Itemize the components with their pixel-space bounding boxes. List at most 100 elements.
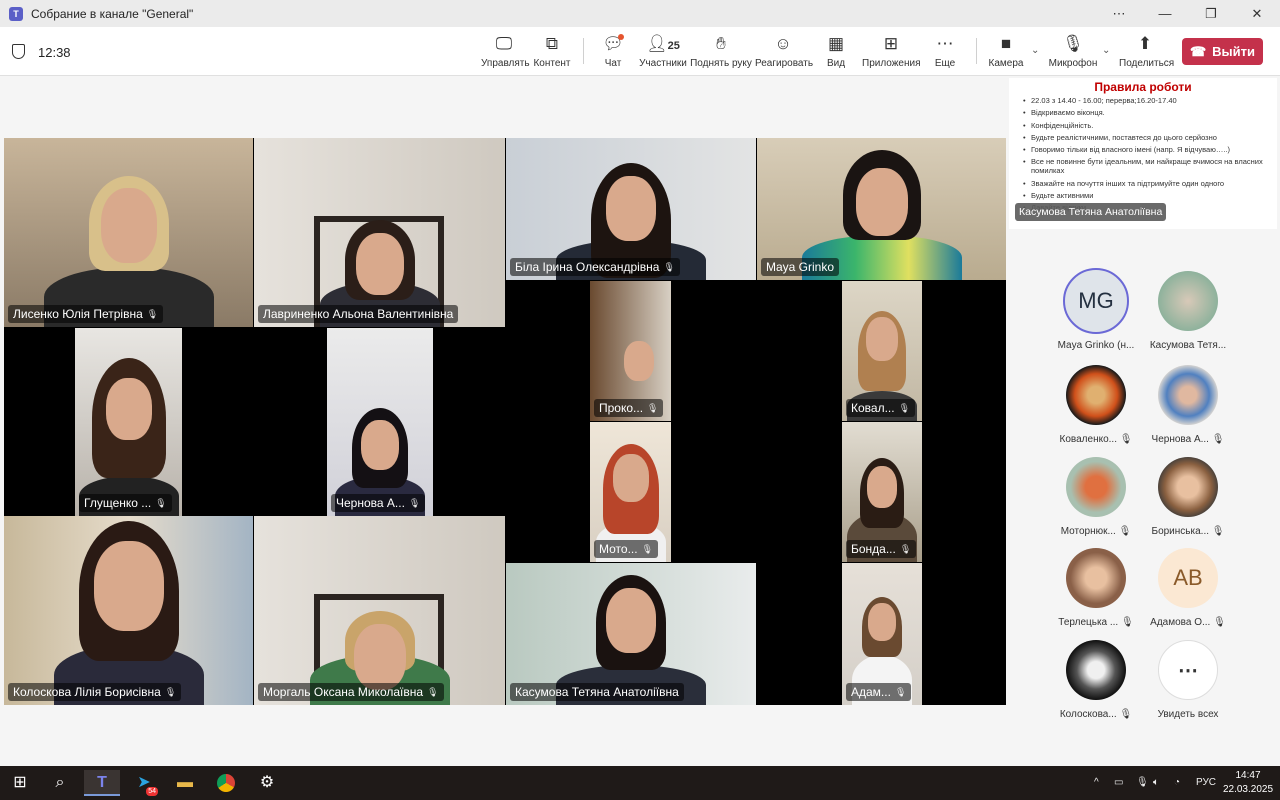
video-tile[interactable]: Чернова А... 🎙︎: [327, 328, 433, 516]
roster-item[interactable]: Боринська... 🎙︎: [1138, 457, 1238, 537]
windows-taskbar: ⊞ ⌕ T ➤ 54 ▬ ⚙ ^ ▭ 🎙︎ 🔈︎ ◔ РУС 14:47 22.03…: [0, 766, 1280, 800]
microphone-icon[interactable]: 🎙︎: [1136, 766, 1149, 800]
share-screen-icon: ⬆: [1137, 34, 1153, 53]
avatar: [1158, 365, 1218, 425]
mic-off-icon: 🎙︎: [1118, 526, 1132, 537]
chat-unread-dot: [618, 34, 624, 40]
system-clock[interactable]: 14:47 22.03.2025: [1222, 769, 1274, 797]
video-tile[interactable]: Біла Ірина Олександрівна 🎙︎: [506, 138, 756, 280]
see-all-button[interactable]: ⋯ Увидеть всех: [1138, 640, 1238, 720]
avatar: [1158, 271, 1218, 331]
mic-off-icon: 🎙︎: [1121, 617, 1134, 628]
avatar: [1066, 640, 1126, 700]
mic-icon: 🎙︎: [899, 543, 912, 554]
wifi-icon[interactable]: ◔: [1174, 766, 1180, 800]
slide-rules-list: 22.03 з 14.40 - 16.00; перерва;16.20-17.…: [1023, 96, 1277, 212]
mic-icon: 🎙︎: [663, 261, 675, 272]
show-hidden-icons-chevron-icon[interactable]: ^: [1094, 766, 1099, 800]
video-stage: Лисенко Юлія Петрівна 🎙︎ Лавриненко Альон…: [4, 138, 1006, 705]
search-icon[interactable]: ⌕: [42, 770, 78, 796]
share-button[interactable]: ⬆ Поделиться: [1119, 33, 1174, 69]
avatar: [1158, 457, 1218, 517]
phone-hangup-icon: ☎: [1189, 43, 1207, 59]
mic-icon: 🎙︎: [641, 543, 654, 554]
teams-taskbar-icon[interactable]: T: [84, 770, 120, 796]
minimize-button[interactable]: —: [1142, 0, 1188, 27]
divider: [976, 38, 977, 64]
smiley-icon: ☺: [774, 34, 792, 53]
video-tile[interactable]: Глущенко ... 🎙︎: [75, 328, 182, 516]
slide-title: Правила роботи: [1094, 80, 1192, 94]
video-tile[interactable]: Касумова Тетяна Анатоліївна: [506, 563, 756, 705]
apps-button[interactable]: ⊞ Приложения: [862, 33, 921, 69]
volume-icon[interactable]: 🔈︎: [1153, 766, 1159, 800]
mic-icon: 🎙︎: [898, 402, 911, 413]
mic-off-icon: 🎙︎: [1211, 526, 1225, 537]
avatar: [1066, 548, 1126, 608]
battery-icon[interactable]: ▭: [1114, 766, 1123, 800]
video-tile[interactable]: Бонда... 🎙︎: [842, 422, 922, 562]
camera-button[interactable]: ■ Камера: [988, 33, 1024, 69]
video-tile[interactable]: Лисенко Юлія Петрівна 🎙︎: [4, 138, 253, 327]
roster-item[interactable]: AB Адамова О... 🎙︎: [1138, 548, 1238, 628]
telegram-icon[interactable]: ➤ 54: [126, 770, 162, 796]
mic-icon: 🎙︎: [894, 686, 907, 697]
raise-hand-button[interactable]: ✋︎ Поднять руку: [690, 33, 752, 69]
mic-icon: 🎙︎: [155, 497, 167, 508]
view-button[interactable]: ▦ Вид: [822, 33, 850, 69]
language-indicator[interactable]: РУС: [1196, 766, 1216, 800]
share-content-icon: ⧉: [545, 34, 559, 53]
more-options-button[interactable]: ⋯: [1096, 0, 1142, 27]
video-tile[interactable]: Maya Grinko: [757, 138, 1006, 280]
window-title: Собрание в канале "General": [31, 6, 194, 21]
roster-item[interactable]: Коваленко... 🎙︎: [1046, 365, 1146, 445]
video-tile[interactable]: Лавриненко Альона Валентинівна: [254, 138, 505, 327]
mic-icon: 🎙︎: [164, 686, 177, 697]
video-tile[interactable]: Адам... 🎙︎: [842, 563, 922, 705]
roster-item[interactable]: MG Maya Grinko (н...: [1046, 268, 1146, 351]
mic-off-icon: 🎙︎: [1119, 434, 1133, 445]
mic-button[interactable]: 🎙︎ Микрофон: [1048, 33, 1098, 69]
windows-start-icon[interactable]: ⊞: [2, 770, 38, 796]
mic-icon: 🎙︎: [427, 686, 439, 697]
grid-icon: ▦: [827, 34, 845, 53]
camera-icon: ■: [1000, 34, 1012, 53]
meeting-toolbar: 12:38 🖵 Управлять ⧉ Контент 💬︎ Чат 👤︎25 Учас…: [0, 27, 1280, 76]
meeting-timer: 12:38: [38, 45, 71, 60]
avatar: [1066, 457, 1126, 517]
mic-off-icon: 🎙︎: [1213, 617, 1226, 628]
manage-button[interactable]: 🖵 Управлять: [481, 33, 530, 69]
maximize-button[interactable]: ❐: [1188, 0, 1234, 27]
mic-options-chevron-icon[interactable]: ⌄: [1102, 45, 1110, 56]
file-explorer-icon[interactable]: ▬: [167, 770, 203, 796]
avatar: MG: [1063, 268, 1129, 334]
monitor-icon: 🖵: [495, 34, 513, 53]
avatar: [1066, 365, 1126, 425]
content-button[interactable]: ⧉ Контент: [532, 33, 572, 69]
people-icon: 👤︎: [646, 34, 668, 53]
video-tile[interactable]: Колоскова Лілія Борисівна 🎙︎: [4, 516, 253, 705]
avatar: AB: [1158, 548, 1218, 608]
camera-options-chevron-icon[interactable]: ⌄: [1031, 45, 1039, 56]
roster-item[interactable]: Касумова Тетя...: [1138, 271, 1238, 351]
more-button[interactable]: ⋯ Еще: [931, 33, 959, 69]
chrome-icon[interactable]: [208, 770, 244, 796]
leave-button[interactable]: ☎ Выйти: [1182, 38, 1263, 65]
roster-item[interactable]: Моторнюк... 🎙︎: [1046, 457, 1146, 537]
roster-item[interactable]: Терлецька ... 🎙︎: [1046, 548, 1146, 628]
video-tile[interactable]: Ковал... 🎙︎: [842, 281, 922, 421]
mic-off-icon: 🎙︎: [1062, 34, 1084, 53]
react-button[interactable]: ☺ Реагировать: [755, 33, 813, 69]
video-tile[interactable]: Мото... 🎙︎: [590, 422, 671, 562]
participants-button[interactable]: 👤︎25 Участники: [639, 33, 687, 69]
close-button[interactable]: ✕: [1234, 0, 1280, 27]
roster-item[interactable]: Чернова А... 🎙︎: [1138, 365, 1238, 445]
video-tile[interactable]: Моргаль Оксана Миколаївна 🎙︎: [254, 516, 505, 705]
video-tile[interactable]: Проко... 🎙︎: [590, 281, 671, 421]
mic-icon: 🎙︎: [647, 402, 659, 413]
roster-item[interactable]: Колоскова... 🎙︎: [1046, 640, 1146, 720]
hand-icon: ✋︎: [716, 34, 726, 53]
settings-gear-icon[interactable]: ⚙: [249, 770, 285, 796]
divider: [583, 38, 584, 64]
mic-off-icon: 🎙︎: [1119, 709, 1133, 720]
